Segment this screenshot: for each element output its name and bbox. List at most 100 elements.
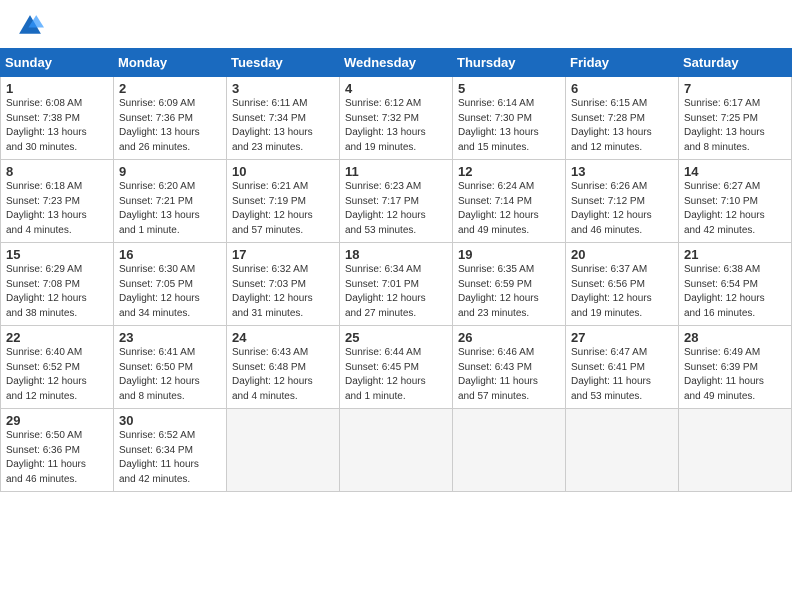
day-info: Sunrise: 6:44 AMSunset: 6:45 PMDaylight:… [345,346,447,404]
day-number: 28 [684,330,786,345]
day-number: 7 [684,81,786,96]
day-number: 19 [458,247,560,262]
calendar-cell: 13Sunrise: 6:26 AMSunset: 7:12 PMDayligh… [566,160,679,243]
weekday-header: Thursday [453,49,566,77]
day-number: 26 [458,330,560,345]
calendar-cell: 9Sunrise: 6:20 AMSunset: 7:21 PMDaylight… [114,160,227,243]
day-info: Sunrise: 6:32 AMSunset: 7:03 PMDaylight:… [232,263,334,321]
day-info: Sunrise: 6:26 AMSunset: 7:12 PMDaylight:… [571,180,673,238]
calendar-week-row: 15Sunrise: 6:29 AMSunset: 7:08 PMDayligh… [1,243,792,326]
day-number: 14 [684,164,786,179]
weekday-header: Sunday [1,49,114,77]
day-number: 16 [119,247,221,262]
calendar-cell: 19Sunrise: 6:35 AMSunset: 6:59 PMDayligh… [453,243,566,326]
day-number: 21 [684,247,786,262]
calendar-cell: 1Sunrise: 6:08 AMSunset: 7:38 PMDaylight… [1,77,114,160]
calendar-week-row: 8Sunrise: 6:18 AMSunset: 7:23 PMDaylight… [1,160,792,243]
day-info: Sunrise: 6:23 AMSunset: 7:17 PMDaylight:… [345,180,447,238]
day-number: 10 [232,164,334,179]
day-number: 13 [571,164,673,179]
weekday-header: Friday [566,49,679,77]
calendar-cell: 30Sunrise: 6:52 AMSunset: 6:34 PMDayligh… [114,409,227,492]
calendar-cell: 20Sunrise: 6:37 AMSunset: 6:56 PMDayligh… [566,243,679,326]
day-info: Sunrise: 6:35 AMSunset: 6:59 PMDaylight:… [458,263,560,321]
calendar-cell [340,409,453,492]
calendar-cell [227,409,340,492]
logo-icon [16,12,44,40]
day-info: Sunrise: 6:52 AMSunset: 6:34 PMDaylight:… [119,429,221,487]
calendar-cell: 23Sunrise: 6:41 AMSunset: 6:50 PMDayligh… [114,326,227,409]
calendar-cell: 26Sunrise: 6:46 AMSunset: 6:43 PMDayligh… [453,326,566,409]
calendar-cell: 15Sunrise: 6:29 AMSunset: 7:08 PMDayligh… [1,243,114,326]
day-number: 23 [119,330,221,345]
calendar-cell: 18Sunrise: 6:34 AMSunset: 7:01 PMDayligh… [340,243,453,326]
day-number: 9 [119,164,221,179]
calendar-cell: 27Sunrise: 6:47 AMSunset: 6:41 PMDayligh… [566,326,679,409]
weekday-header: Wednesday [340,49,453,77]
calendar-cell: 8Sunrise: 6:18 AMSunset: 7:23 PMDaylight… [1,160,114,243]
calendar-cell: 25Sunrise: 6:44 AMSunset: 6:45 PMDayligh… [340,326,453,409]
day-info: Sunrise: 6:20 AMSunset: 7:21 PMDaylight:… [119,180,221,238]
calendar-cell: 12Sunrise: 6:24 AMSunset: 7:14 PMDayligh… [453,160,566,243]
calendar-week-row: 1Sunrise: 6:08 AMSunset: 7:38 PMDaylight… [1,77,792,160]
day-number: 11 [345,164,447,179]
calendar-cell: 24Sunrise: 6:43 AMSunset: 6:48 PMDayligh… [227,326,340,409]
day-number: 8 [6,164,108,179]
day-number: 3 [232,81,334,96]
day-number: 2 [119,81,221,96]
day-number: 22 [6,330,108,345]
day-number: 6 [571,81,673,96]
calendar-cell [566,409,679,492]
day-info: Sunrise: 6:41 AMSunset: 6:50 PMDaylight:… [119,346,221,404]
calendar-cell: 17Sunrise: 6:32 AMSunset: 7:03 PMDayligh… [227,243,340,326]
calendar-cell: 6Sunrise: 6:15 AMSunset: 7:28 PMDaylight… [566,77,679,160]
day-number: 20 [571,247,673,262]
calendar-cell: 3Sunrise: 6:11 AMSunset: 7:34 PMDaylight… [227,77,340,160]
calendar-cell: 16Sunrise: 6:30 AMSunset: 7:05 PMDayligh… [114,243,227,326]
calendar-header-row: SundayMondayTuesdayWednesdayThursdayFrid… [1,49,792,77]
page-header [0,0,792,44]
calendar-cell: 22Sunrise: 6:40 AMSunset: 6:52 PMDayligh… [1,326,114,409]
day-info: Sunrise: 6:24 AMSunset: 7:14 PMDaylight:… [458,180,560,238]
day-number: 12 [458,164,560,179]
day-number: 29 [6,413,108,428]
day-info: Sunrise: 6:38 AMSunset: 6:54 PMDaylight:… [684,263,786,321]
day-info: Sunrise: 6:46 AMSunset: 6:43 PMDaylight:… [458,346,560,404]
day-info: Sunrise: 6:29 AMSunset: 7:08 PMDaylight:… [6,263,108,321]
day-info: Sunrise: 6:27 AMSunset: 7:10 PMDaylight:… [684,180,786,238]
day-info: Sunrise: 6:50 AMSunset: 6:36 PMDaylight:… [6,429,108,487]
day-info: Sunrise: 6:11 AMSunset: 7:34 PMDaylight:… [232,97,334,155]
calendar-cell: 28Sunrise: 6:49 AMSunset: 6:39 PMDayligh… [679,326,792,409]
day-info: Sunrise: 6:15 AMSunset: 7:28 PMDaylight:… [571,97,673,155]
day-info: Sunrise: 6:14 AMSunset: 7:30 PMDaylight:… [458,97,560,155]
weekday-header: Tuesday [227,49,340,77]
day-number: 5 [458,81,560,96]
day-number: 18 [345,247,447,262]
day-info: Sunrise: 6:08 AMSunset: 7:38 PMDaylight:… [6,97,108,155]
calendar-cell [453,409,566,492]
day-number: 24 [232,330,334,345]
day-info: Sunrise: 6:30 AMSunset: 7:05 PMDaylight:… [119,263,221,321]
logo [16,12,50,40]
weekday-header: Monday [114,49,227,77]
day-info: Sunrise: 6:34 AMSunset: 7:01 PMDaylight:… [345,263,447,321]
calendar-cell: 14Sunrise: 6:27 AMSunset: 7:10 PMDayligh… [679,160,792,243]
calendar-cell: 7Sunrise: 6:17 AMSunset: 7:25 PMDaylight… [679,77,792,160]
calendar-week-row: 29Sunrise: 6:50 AMSunset: 6:36 PMDayligh… [1,409,792,492]
day-info: Sunrise: 6:17 AMSunset: 7:25 PMDaylight:… [684,97,786,155]
calendar-cell: 10Sunrise: 6:21 AMSunset: 7:19 PMDayligh… [227,160,340,243]
day-info: Sunrise: 6:40 AMSunset: 6:52 PMDaylight:… [6,346,108,404]
day-info: Sunrise: 6:37 AMSunset: 6:56 PMDaylight:… [571,263,673,321]
day-number: 25 [345,330,447,345]
calendar-cell: 29Sunrise: 6:50 AMSunset: 6:36 PMDayligh… [1,409,114,492]
calendar-cell [679,409,792,492]
day-info: Sunrise: 6:47 AMSunset: 6:41 PMDaylight:… [571,346,673,404]
calendar-cell: 4Sunrise: 6:12 AMSunset: 7:32 PMDaylight… [340,77,453,160]
day-number: 27 [571,330,673,345]
calendar-table: SundayMondayTuesdayWednesdayThursdayFrid… [0,48,792,492]
weekday-header: Saturday [679,49,792,77]
day-info: Sunrise: 6:18 AMSunset: 7:23 PMDaylight:… [6,180,108,238]
day-info: Sunrise: 6:12 AMSunset: 7:32 PMDaylight:… [345,97,447,155]
day-number: 30 [119,413,221,428]
calendar-cell: 21Sunrise: 6:38 AMSunset: 6:54 PMDayligh… [679,243,792,326]
